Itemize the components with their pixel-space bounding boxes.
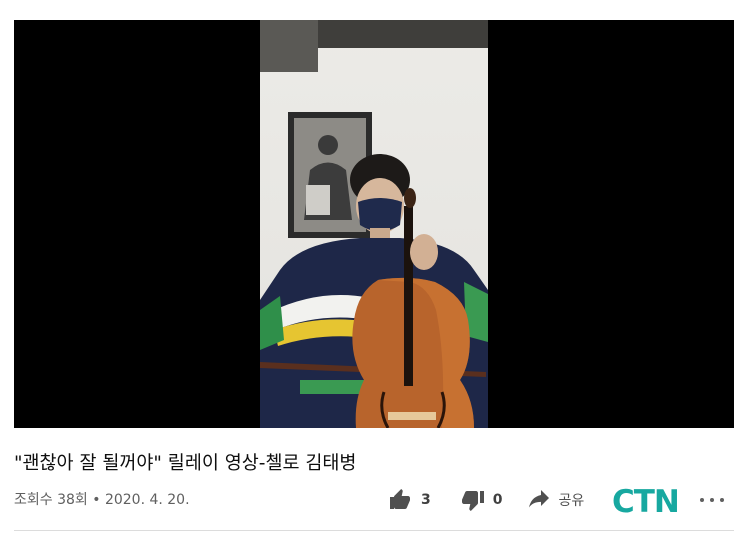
video-title: "괜찮아 잘 될꺼야" 릴레이 영상-첼로 김태병 [14, 453, 357, 474]
like-icon [388, 488, 412, 512]
share-label: 공유 [558, 493, 585, 509]
ctn-logo: CTN [612, 484, 680, 520]
ctn-logo-text: CTN [612, 484, 680, 520]
video-player[interactable] [14, 20, 734, 428]
share-button[interactable]: 공유 [527, 488, 585, 512]
video-frame [260, 20, 488, 428]
video-image [260, 20, 488, 428]
video-meta: 조회수 38회 • 2020. 4. 20. [14, 492, 190, 508]
dislike-icon [461, 488, 485, 512]
more-icon[interactable] [700, 490, 724, 510]
dislike-count: 0 [492, 492, 503, 508]
divider [14, 530, 734, 531]
like-button[interactable]: 3 [388, 488, 431, 512]
share-icon [527, 488, 551, 512]
dislike-button[interactable]: 0 [461, 488, 503, 512]
action-bar: 3 0 공유 [388, 486, 584, 514]
like-count: 3 [421, 492, 431, 508]
